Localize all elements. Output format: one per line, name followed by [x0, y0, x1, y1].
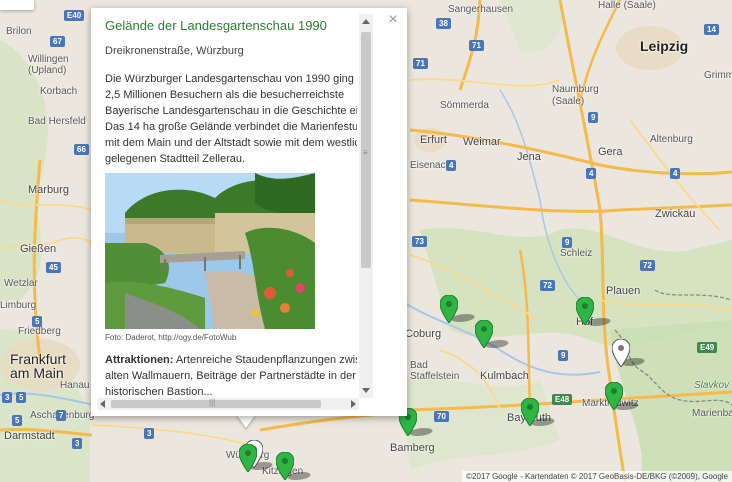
road-shield: 73	[412, 236, 427, 247]
road-shield: 4	[446, 160, 457, 171]
road-shield: 4	[670, 168, 681, 179]
city-label-wetzlar: Wetzlar	[4, 278, 38, 289]
road-shield: 72	[540, 280, 555, 291]
city-label-slavkov: Slavkov	[694, 380, 730, 391]
road-shield: E40	[64, 10, 85, 21]
map-control-button[interactable]	[0, 0, 34, 10]
road-shield: 14	[704, 24, 719, 35]
infowindow-attractions: Attraktionen: Artenreiche Staudenpflanzu…	[105, 352, 357, 396]
city-label-naumburg: Naumburg (Saale)	[552, 84, 599, 107]
road-shield: 38	[436, 18, 451, 29]
road-shield: 71	[469, 40, 484, 51]
city-label-korbach: Korbach	[40, 86, 78, 97]
city-label-bad-hersfeld: Bad Hersfeld	[28, 116, 86, 127]
garden-photo	[105, 173, 315, 329]
city-label-hanau: Hanau	[60, 380, 90, 391]
infowindow-tail	[236, 414, 256, 428]
city-label-bad-staffelstein: Bad Staffelstein	[410, 360, 460, 382]
city-label-weimar: Weimar	[463, 136, 501, 148]
city-label-marburg: Marburg	[28, 184, 69, 196]
city-label-giessen: Gießen	[20, 243, 57, 255]
road-shield: 66	[74, 144, 89, 155]
map-marker-green[interactable]	[576, 297, 594, 325]
attractions-label: Attraktionen:	[105, 354, 174, 366]
city-label-willingen: Willingen (Upland)	[28, 54, 69, 76]
city-label-jena: Jena	[517, 151, 541, 163]
scrollbar-thumb[interactable]	[111, 400, 321, 408]
road-shield: 67	[50, 36, 65, 47]
map-marker-green[interactable]	[605, 382, 623, 410]
infowindow-content[interactable]: Gelände der Landesgartenschau 1990 Dreik…	[105, 18, 357, 396]
horizontal-scrollbar[interactable]: |||	[97, 398, 359, 410]
close-icon[interactable]: ×	[385, 12, 401, 28]
infowindow-address: Dreikronenstraße, Würzburg	[105, 45, 244, 57]
city-label-plauen: Plauen	[606, 285, 641, 297]
road-shield: 7	[56, 410, 67, 421]
road-shield: 4	[586, 168, 597, 179]
map-marker-green[interactable]	[440, 295, 458, 323]
city-label-zwickau: Zwickau	[655, 208, 696, 220]
city-label-leipzig: Leipzig	[640, 38, 689, 54]
city-label-marienbad: Marienbad	[692, 408, 732, 419]
grip-icon: ≡	[363, 148, 368, 157]
city-label-bamberg: Bamberg	[390, 442, 435, 454]
map-marker-green[interactable]	[521, 398, 539, 426]
road-shield: 9	[558, 350, 569, 361]
infowindow-title: Gelände der Landesgartenschau 1990	[105, 18, 327, 33]
map-canvas[interactable]: Leipzig Frankfurt am Main Erfurt Weimar …	[0, 0, 732, 482]
road-shield: 9	[588, 112, 599, 123]
grip-icon: |||	[209, 398, 216, 407]
vertical-scrollbar[interactable]: ≡	[359, 14, 373, 398]
map-marker-green[interactable]	[239, 444, 257, 472]
city-label-sangerhausen: Sangerhausen	[448, 4, 514, 15]
road-shield: 70	[434, 411, 449, 422]
road-shield: 45	[46, 262, 61, 273]
scroll-left-icon[interactable]	[100, 400, 105, 408]
infowindow: × Gelände der Landesgartenschau 1990 Dre…	[91, 8, 407, 416]
city-label-coburg: Coburg	[405, 328, 442, 340]
city-label-friedberg: Friedberg	[18, 326, 61, 337]
city-label-schleiz: Schleiz	[560, 248, 593, 259]
city-label-soemmerda: Sömmerda	[440, 100, 489, 111]
road-shield: 72	[640, 260, 655, 271]
city-label-limburg: Limburg	[0, 300, 37, 311]
map-marker-white[interactable]	[612, 339, 630, 367]
city-label-gera: Gera	[598, 146, 623, 158]
city-label-erfurt: Erfurt	[420, 134, 447, 146]
road-shield: 71	[413, 58, 428, 69]
scroll-down-icon[interactable]	[362, 388, 370, 393]
city-label-darmstadt: Darmstadt	[4, 430, 55, 442]
city-label-halle: Halle (Saale)	[598, 0, 656, 11]
city-label-altenburg: Altenburg	[650, 134, 693, 145]
road-shield-european: E49	[697, 342, 718, 353]
city-label-kulmbach: Kulmbach	[480, 370, 529, 382]
infowindow-description: Die Würzburger Landesgartenschau von 199…	[105, 73, 357, 165]
map-copyright[interactable]: ©2017 Google - Kartendaten © 2017 GeoBas…	[462, 471, 732, 482]
road-shield: 3	[2, 392, 13, 403]
photo-credit: Foto: Daderot, http://ogy.de/FotoWub	[105, 333, 237, 342]
road-shield: 5	[16, 392, 27, 403]
city-label-frankfurt: Frankfurt am Main	[10, 351, 67, 381]
road-shield: 5	[32, 316, 43, 327]
road-shield-european: E48	[552, 394, 573, 405]
scroll-right-icon[interactable]	[351, 400, 356, 408]
road-shield: 3	[144, 428, 155, 439]
city-label-grimma: Grimma	[704, 70, 732, 81]
map-marker-green[interactable]	[276, 452, 294, 480]
city-label-brilon: Brilon	[6, 26, 32, 37]
map-marker-green[interactable]	[475, 320, 493, 348]
scroll-up-icon[interactable]	[362, 19, 370, 24]
road-shield: 5	[12, 415, 23, 426]
road-shield: 3	[72, 438, 83, 449]
road-shield: 9	[562, 237, 573, 248]
city-label-eisenach: Eisenach	[410, 160, 452, 171]
